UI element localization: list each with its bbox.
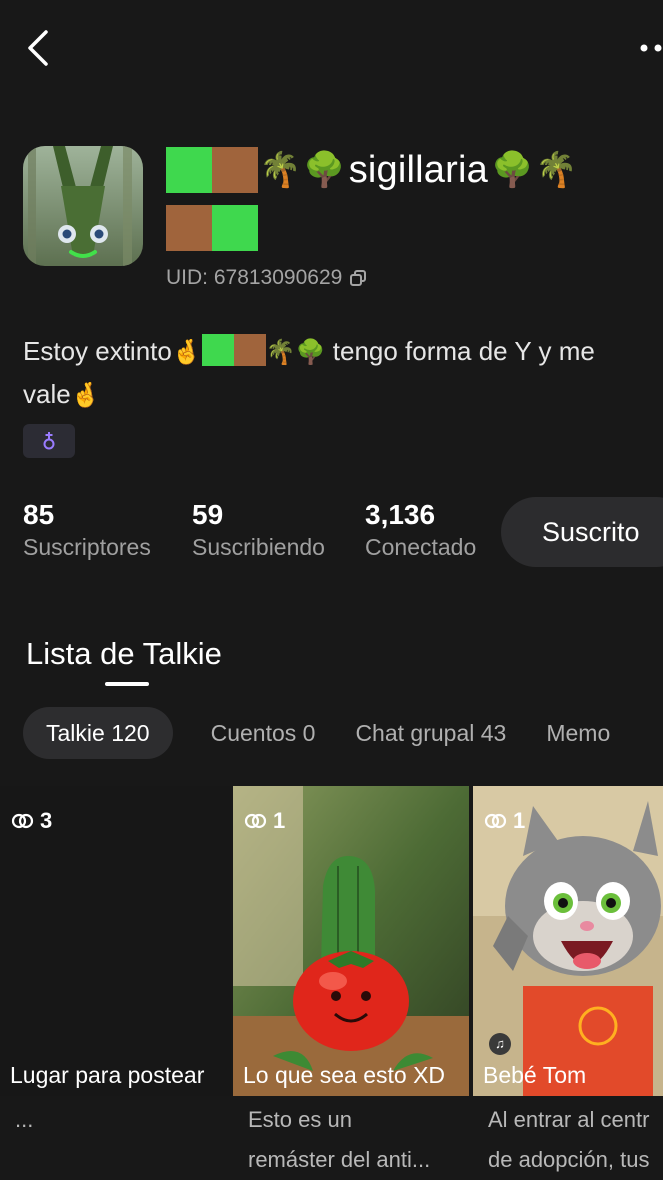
avatar[interactable] xyxy=(23,146,143,266)
card-desc-line: Al entrar al centr xyxy=(488,1107,650,1132)
card-count-value: 1 xyxy=(273,808,286,833)
tab-cuentos[interactable]: Cuentos 0 xyxy=(209,707,318,759)
palm-tree-icon: 🌴 xyxy=(265,338,296,366)
link-icon xyxy=(244,813,267,829)
brown-square-emoji xyxy=(212,147,258,193)
card-title: Lugar para postear xyxy=(10,1062,205,1088)
stat-label: Suscribiendo xyxy=(192,534,325,560)
card-desc-line: de adopción, tus xyxy=(488,1147,650,1172)
stat-connected: 3,136 Conectado xyxy=(365,498,476,561)
subscribed-button[interactable]: Suscrito xyxy=(501,497,663,567)
palm-tree-icon: 🌴 xyxy=(259,150,302,190)
card-desc-line: Esto es un xyxy=(248,1107,352,1132)
stat-value: 3,136 xyxy=(365,499,436,530)
avatar-image xyxy=(23,146,143,266)
more-dots-icon xyxy=(640,44,662,52)
link-icon xyxy=(484,813,507,829)
talkie-card[interactable]: 3 Lugar para postear ... xyxy=(0,786,231,1180)
tree-icon: 🌳 xyxy=(303,150,346,190)
card-title: Lo que sea esto XD xyxy=(243,1062,446,1088)
profile-name-line2 xyxy=(166,203,258,253)
profile-name-text: sigillaria xyxy=(348,148,488,191)
card-title: Bebé Tom xyxy=(483,1062,587,1088)
card-link-count: 3 xyxy=(10,808,52,834)
section-underline xyxy=(105,682,149,686)
stat-subscribing[interactable]: 59 Suscribiendo xyxy=(192,498,325,561)
crossed-fingers-icon: 🤞 xyxy=(70,381,101,409)
gender-badge xyxy=(23,424,75,458)
card-description: Esto es un remáster del anti... xyxy=(248,1100,463,1180)
tab-chat-grupal[interactable]: Chat grupal 43 xyxy=(353,707,508,759)
card-count-value: 1 xyxy=(513,808,526,833)
green-square-emoji xyxy=(201,334,234,366)
back-button[interactable] xyxy=(18,26,62,70)
bio-text-part1: Estoy extinto xyxy=(23,336,172,366)
music-note-icon: ♫ xyxy=(489,1033,511,1055)
brown-square-emoji xyxy=(233,334,266,366)
card-desc-line: ... xyxy=(15,1107,34,1132)
chevron-left-icon xyxy=(28,30,48,66)
brown-square-emoji xyxy=(166,205,212,251)
palm-tree-icon: 🌴 xyxy=(535,150,578,190)
card-description: ... xyxy=(15,1100,230,1140)
card-count-value: 3 xyxy=(40,808,53,833)
card-link-count: 1 xyxy=(483,808,525,834)
copy-icon[interactable] xyxy=(348,268,368,288)
link-icon xyxy=(11,813,34,829)
stat-label: Suscriptores xyxy=(23,534,151,560)
talkie-card[interactable]: 1 ♫ Bebé Tom Al entrar al centr de adopc… xyxy=(473,786,663,1180)
uid-text: UID: 67813090629 xyxy=(166,266,343,289)
user-id[interactable]: UID: 67813090629 xyxy=(166,266,368,290)
stat-label: Conectado xyxy=(365,534,477,560)
tab-talkie[interactable]: Talkie 120 xyxy=(23,707,173,759)
stat-value: 59 xyxy=(192,499,224,530)
stat-value: 85 xyxy=(23,499,55,530)
profile-bio: Estoy extinto🤞 🌴🌳 tengo forma de Y y me v… xyxy=(23,330,648,416)
talkie-card[interactable]: 1 Lo que sea esto XD Esto es un remáster… xyxy=(233,786,469,1180)
tab-memo[interactable]: Memo xyxy=(544,707,612,759)
card-desc-line: remáster del anti... xyxy=(248,1147,431,1172)
gender-symbol-icon xyxy=(43,432,55,450)
tree-icon: 🌳 xyxy=(490,150,534,190)
section-title: Lista de Talkie xyxy=(26,636,222,671)
green-square-emoji xyxy=(212,205,258,251)
card-link-count: 1 xyxy=(243,808,285,834)
tree-icon: 🌳 xyxy=(295,338,326,366)
green-square-emoji xyxy=(166,147,212,193)
stat-subscribers[interactable]: 85 Suscriptores xyxy=(23,498,151,561)
more-options-button[interactable] xyxy=(630,30,663,70)
card-description: Al entrar al centr de adopción, tus xyxy=(488,1100,663,1180)
profile-name: 🌴 🌳 sigillaria 🌳 🌴 xyxy=(166,144,579,196)
filter-tabs: Talkie 120 Cuentos 0 Chat grupal 43 Memo xyxy=(23,707,612,759)
crossed-fingers-icon: 🤞 xyxy=(171,338,202,366)
